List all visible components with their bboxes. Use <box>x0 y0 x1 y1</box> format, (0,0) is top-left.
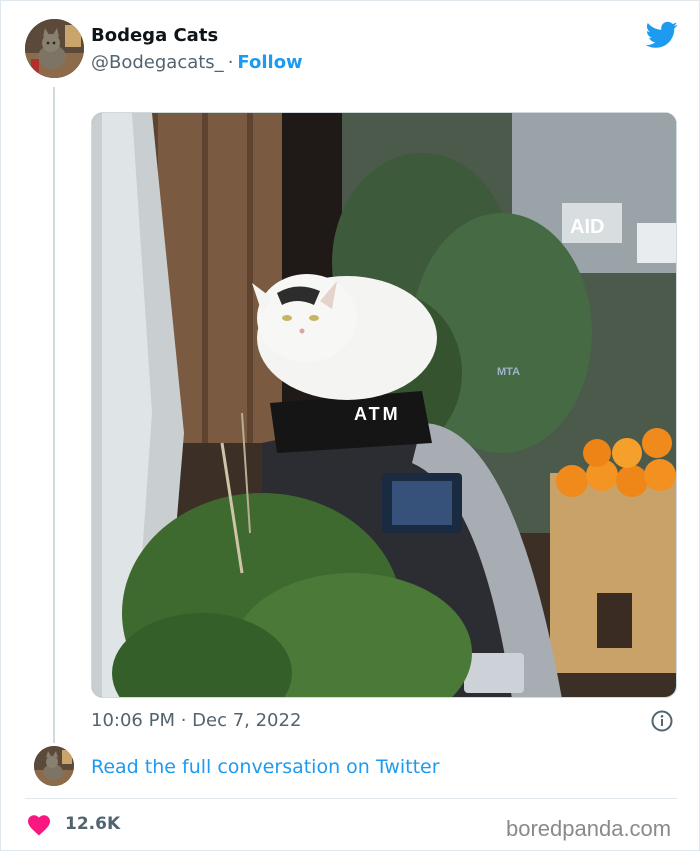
heart-icon[interactable] <box>27 814 51 836</box>
thread-line <box>53 87 55 743</box>
tweet-card: Bodega Cats @Bodegacats_ · Follow AID MT… <box>0 0 700 851</box>
twitter-bird-icon[interactable] <box>646 21 678 49</box>
follow-button[interactable]: Follow <box>237 52 302 73</box>
mta-sign-text: MTA <box>497 366 520 378</box>
author-avatar[interactable] <box>25 19 84 78</box>
like-count: 12.6K <box>65 814 121 834</box>
author-handle-row: @Bodegacats_ · Follow <box>91 52 303 73</box>
boredpanda-watermark: boredpanda.com <box>506 816 672 841</box>
tweet-photo[interactable]: AID MTA ATM <box>91 112 677 698</box>
author-name[interactable]: Bodega Cats <box>91 25 218 46</box>
separator-dot: · <box>227 52 234 73</box>
read-conversation-link[interactable]: Read the full conversation on Twitter <box>91 756 440 778</box>
info-circle-icon[interactable] <box>651 710 673 732</box>
divider <box>25 798 677 799</box>
aid-sign-text: AID <box>570 216 604 238</box>
reply-avatar[interactable] <box>34 746 74 786</box>
tweet-timestamp[interactable]: 10:06 PM · Dec 7, 2022 <box>91 710 301 731</box>
author-handle[interactable]: @Bodegacats_ <box>91 52 224 73</box>
atm-sign-text: ATM <box>354 404 401 424</box>
